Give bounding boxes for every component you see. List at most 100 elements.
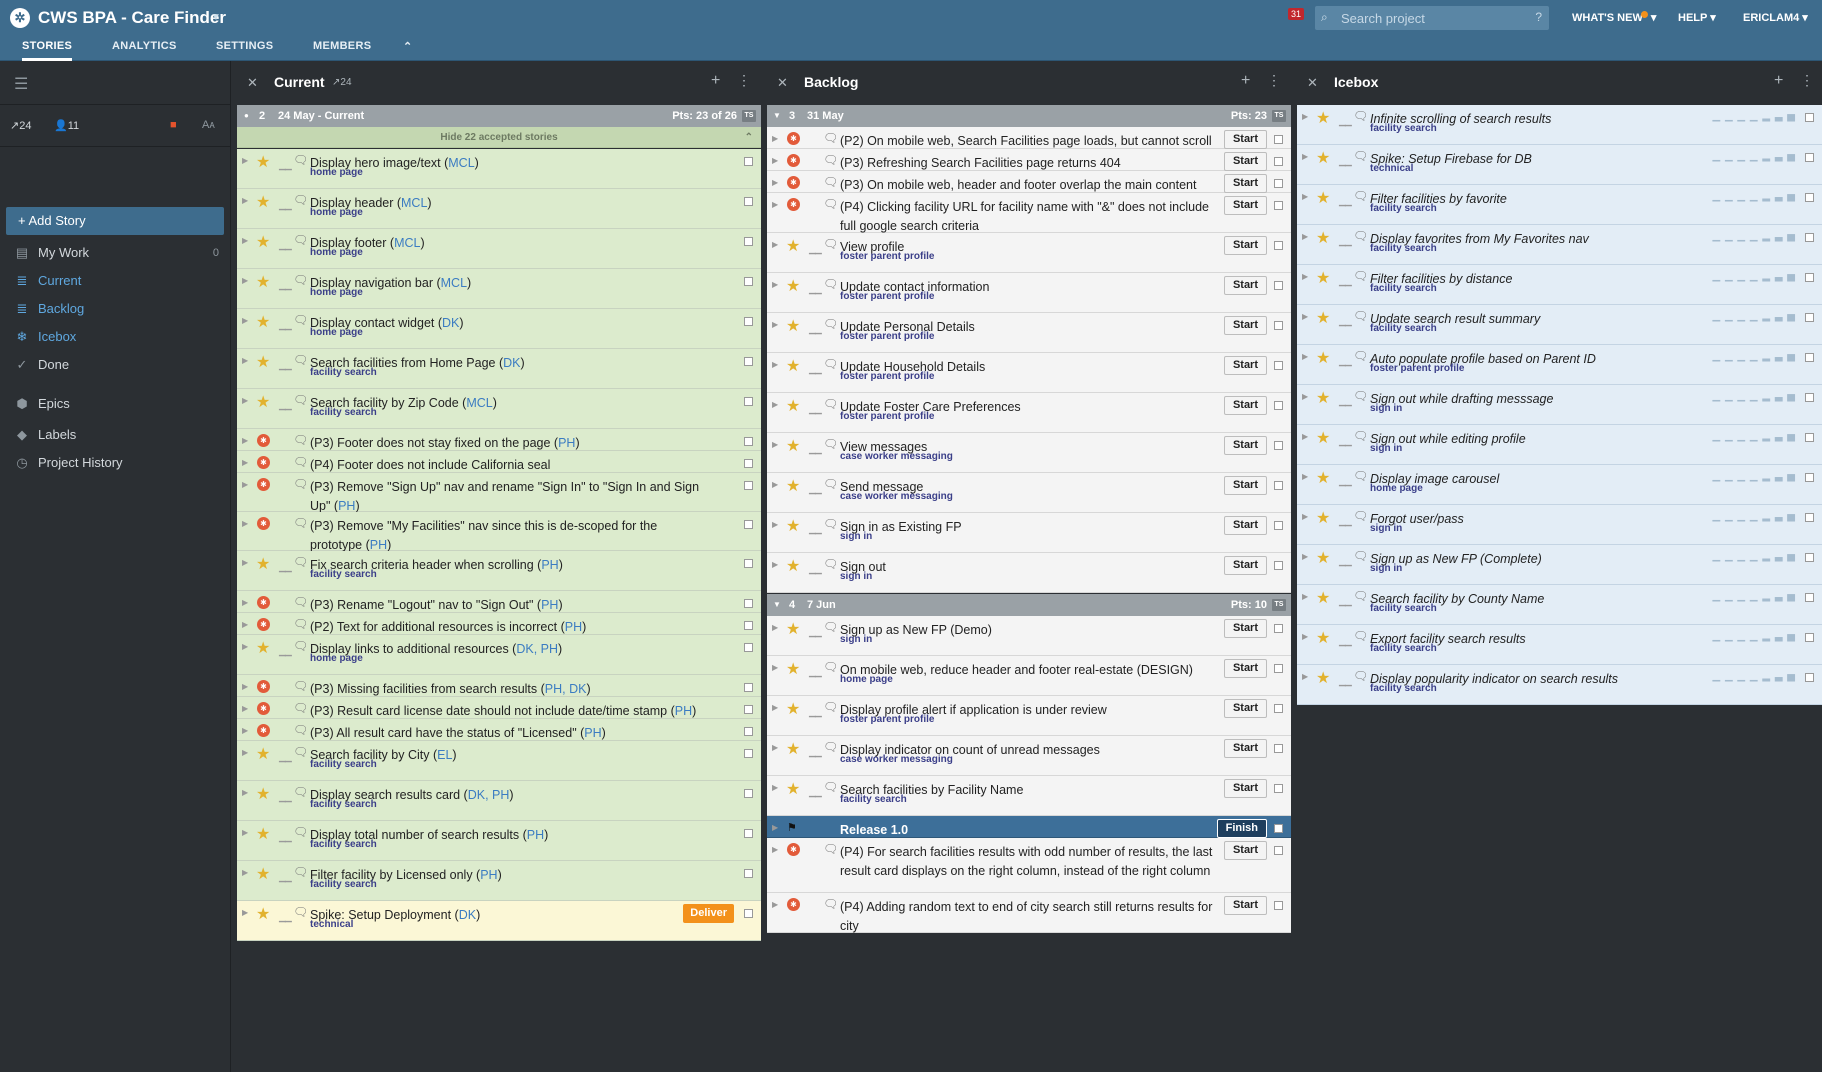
select-checkbox[interactable] (744, 397, 753, 406)
story-row[interactable]: ▶ ✱ 🗨 (P3) Refreshing Search Facilities pag… (767, 149, 1291, 171)
select-checkbox[interactable] (744, 481, 753, 490)
story-row[interactable]: ▶ ★ ▁▁ 🗨 Search facility by City (EL) facilit… (237, 741, 761, 781)
estimate-scale-icon[interactable]: ▁ ▁ ▁ ▁ ▂ ▃ ▅ (1712, 231, 1796, 242)
story-row[interactable]: ▶ ★ ▁▁ 🗨 Sign out while editing profile sign … (1297, 425, 1822, 465)
expand-icon[interactable]: ▶ (772, 400, 778, 409)
comment-icon[interactable]: 🗨 (293, 353, 308, 367)
select-checkbox[interactable] (1274, 321, 1283, 330)
story-row[interactable]: ▶ ★ ▁▁ 🗨 Display navigation bar (MCL) home pa… (237, 269, 761, 309)
select-checkbox[interactable] (744, 643, 753, 652)
comment-icon[interactable]: 🗨 (293, 905, 308, 919)
expand-icon[interactable]: ▶ (242, 558, 248, 567)
select-checkbox[interactable] (1274, 441, 1283, 450)
story-row[interactable]: ▶ ★ ▁▁ 🗨 Export facility search results facil… (1297, 625, 1822, 665)
comment-icon[interactable]: 🗨 (823, 557, 838, 571)
story-label[interactable]: sign in (840, 531, 872, 542)
comment-icon[interactable]: 🗨 (1353, 309, 1368, 323)
expand-icon[interactable]: ▶ (1302, 672, 1308, 681)
expand-icon[interactable]: ▶ (242, 316, 248, 325)
select-checkbox[interactable] (1274, 784, 1283, 793)
sidebar-item-icebox[interactable]: ❄ Icebox (14, 327, 77, 347)
comment-icon[interactable]: 🗨 (293, 193, 308, 207)
comment-icon[interactable]: 🗨 (293, 617, 308, 631)
story-row[interactable]: ▶ ★ ▁▁ 🗨 View messages case worker messaging S… (767, 433, 1291, 473)
comment-icon[interactable]: 🗨 (1353, 629, 1368, 643)
select-checkbox[interactable] (744, 437, 753, 446)
story-row[interactable]: ▶ ★ ▁▁ 🗨 Update Foster Care Preferences foste… (767, 393, 1291, 433)
story-label[interactable]: technical (310, 919, 353, 930)
expand-icon[interactable]: ▶ (772, 845, 778, 854)
start-button[interactable]: Start (1223, 739, 1267, 758)
comment-icon[interactable]: 🗨 (823, 317, 838, 331)
expand-icon[interactable]: ▶ (242, 682, 248, 691)
start-button[interactable]: Start (1223, 896, 1267, 915)
start-button[interactable]: Start (1223, 436, 1267, 455)
comment-icon[interactable]: 🗨 (823, 153, 838, 167)
comment-icon[interactable]: 🗨 (823, 477, 838, 491)
comment-icon[interactable]: 🗨 (293, 745, 308, 759)
story-label[interactable]: facility search (1370, 283, 1437, 294)
story-row[interactable]: ▶ ★ ▁▁ 🗨 Display popularity indicator on sea… (1297, 665, 1822, 705)
text-size-icon[interactable]: Aᴀ (202, 119, 215, 131)
expand-icon[interactable]: ▶ (772, 560, 778, 569)
select-checkbox[interactable] (1274, 901, 1283, 910)
select-checkbox[interactable] (1805, 593, 1814, 602)
story-label[interactable]: facility search (1370, 323, 1437, 334)
start-button[interactable]: Start (1223, 316, 1267, 335)
select-checkbox[interactable] (744, 727, 753, 736)
story-row[interactable]: ▶ ★ ▁▁ 🗨 Display links to additional resourc… (237, 635, 761, 675)
story-row[interactable]: ▶ ✱ 🗨 (P4) For search facilities results wi… (767, 838, 1291, 893)
story-label[interactable]: technical (1370, 163, 1413, 174)
estimate-scale-icon[interactable]: ▁ ▁ ▁ ▁ ▂ ▃ ▅ (1712, 391, 1796, 402)
comment-icon[interactable]: 🗨 (1353, 109, 1368, 123)
start-button[interactable]: Start (1223, 659, 1267, 678)
expand-icon[interactable]: ▶ (772, 134, 778, 143)
story-label[interactable]: foster parent profile (840, 411, 934, 422)
estimate-scale-icon[interactable]: ▁ ▁ ▁ ▁ ▂ ▃ ▅ (1712, 351, 1796, 362)
story-label[interactable]: case worker messaging (840, 491, 953, 502)
comment-icon[interactable]: 🗨 (293, 393, 308, 407)
select-checkbox[interactable] (1274, 664, 1283, 673)
story-row[interactable]: ▶ ★ ▁▁ 🗨 Sign up as New FP (Demo) sign in Star… (767, 616, 1291, 656)
comment-icon[interactable]: 🗨 (1353, 549, 1368, 563)
estimate-scale-icon[interactable]: ▁ ▁ ▁ ▁ ▂ ▃ ▅ (1712, 271, 1796, 282)
select-checkbox[interactable] (744, 317, 753, 326)
expand-icon[interactable]: ▶ (242, 748, 248, 757)
comment-icon[interactable]: 🗨 (293, 679, 308, 693)
expand-icon[interactable]: ▶ (242, 642, 248, 651)
chevron-down-icon[interactable]: ▼ (211, 12, 221, 23)
comment-icon[interactable]: 🗨 (1353, 349, 1368, 363)
story-owner[interactable]: DK (442, 316, 459, 330)
story-row[interactable]: ▶ ★ ▁▁ 🗨 Update Personal Details foster paren… (767, 313, 1291, 353)
expand-icon[interactable]: ▶ (242, 726, 248, 735)
story-label[interactable]: foster parent profile (840, 371, 934, 382)
expand-icon[interactable]: ▶ (1302, 552, 1308, 561)
comment-icon[interactable]: 🗨 (293, 313, 308, 327)
expand-icon[interactable]: ▶ (1302, 472, 1308, 481)
story-owner[interactable]: PH (338, 499, 355, 513)
project-title[interactable]: CWS BPA - Care Finder (38, 8, 226, 28)
story-row[interactable]: ▶ ★ ▁▁ 🗨 Display indicator on count of unrea… (767, 736, 1291, 776)
estimate-scale-icon[interactable]: ▁ ▁ ▁ ▁ ▂ ▃ ▅ (1712, 111, 1796, 122)
estimate-scale-icon[interactable]: ▁ ▁ ▁ ▁ ▂ ▃ ▅ (1712, 671, 1796, 682)
comment-icon[interactable]: 🗨 (293, 455, 308, 469)
story-row[interactable]: ▶ ✱ 🗨 (P3) Remove "Sign Up" nav and rename … (237, 473, 761, 513)
expand-icon[interactable]: ▶ (772, 520, 778, 529)
more-options-icon[interactable]: ⋮ (1267, 72, 1281, 89)
story-row[interactable]: ▶ ★ ▁▁ 🗨 Spike: Setup Firebase for DB technic… (1297, 145, 1822, 185)
select-checkbox[interactable] (1805, 233, 1814, 242)
story-owner[interactable]: PH (541, 598, 558, 612)
notification-badge[interactable]: 31 (1288, 8, 1305, 20)
start-button[interactable]: Start (1223, 779, 1267, 798)
team-strength-badge[interactable]: TS (1272, 110, 1286, 122)
select-checkbox[interactable] (1274, 401, 1283, 410)
story-owner[interactable]: MCL (441, 276, 467, 290)
story-row[interactable]: ▶ ⚑ Release 1.0 Finish (767, 816, 1291, 838)
story-row[interactable]: ▶ ✱ 🗨 (P2) Text for additional resources is… (237, 613, 761, 635)
select-checkbox[interactable] (1274, 704, 1283, 713)
expand-icon[interactable]: ▶ (242, 458, 248, 467)
story-row[interactable]: ▶ ★ ▁▁ 🗨 Filter facility by Licensed only (P… (237, 861, 761, 901)
start-button[interactable]: Start (1223, 619, 1267, 638)
comment-icon[interactable]: 🗨 (823, 237, 838, 251)
expand-icon[interactable]: ▶ (1302, 192, 1308, 201)
